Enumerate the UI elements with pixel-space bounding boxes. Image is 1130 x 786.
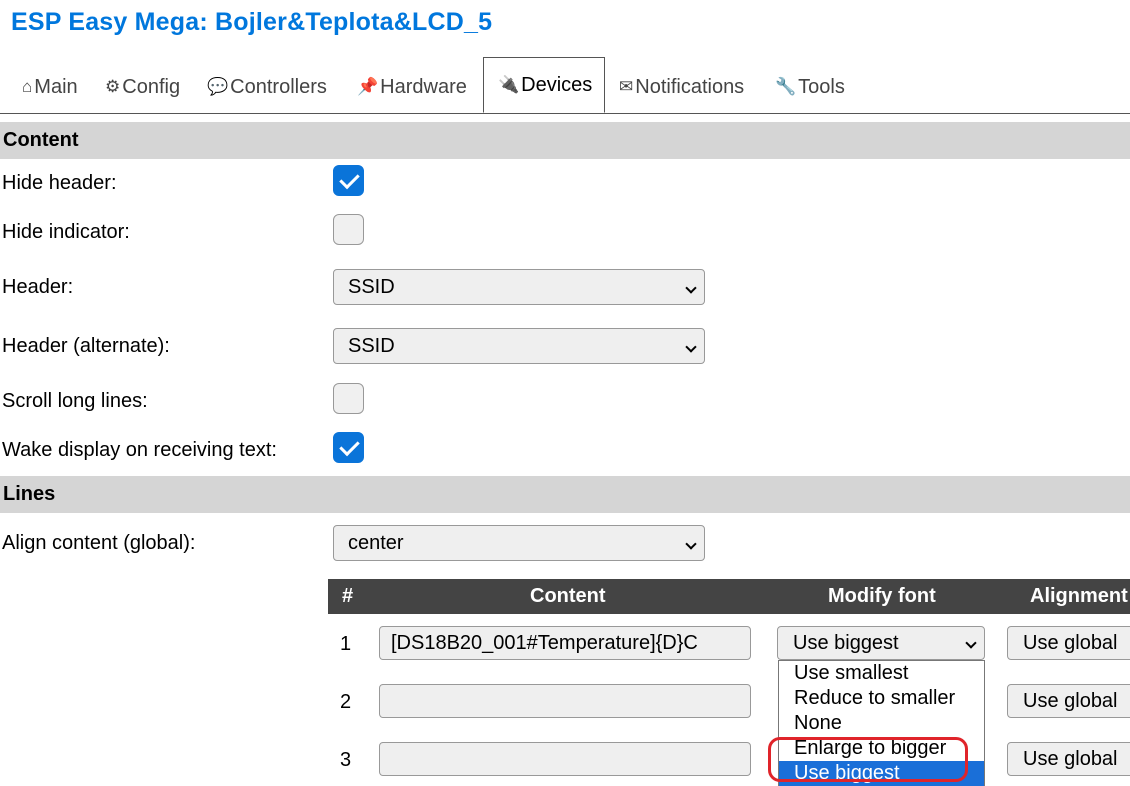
wrench-icon: 🔧 [775, 77, 797, 96]
pin-icon: 📌 [357, 77, 379, 96]
header-alternate-select-value: SSID [348, 335, 395, 357]
scroll-long-lines-checkbox[interactable] [333, 383, 364, 414]
chevron-down-icon [965, 637, 977, 649]
row-1-content-input[interactable]: [DS18B20_001#Temperature]{D}C [379, 626, 751, 660]
hide-indicator-checkbox[interactable] [333, 214, 364, 245]
scroll-long-lines-label: Scroll long lines: [2, 390, 148, 412]
tab-config[interactable]: ⚙ Config [105, 69, 180, 105]
page-title: ESP Easy Mega: Bojler&Teplota&LCD_5 [11, 8, 493, 36]
tab-notifications[interactable]: ✉ Notifications [619, 69, 744, 105]
chevron-down-icon [685, 538, 697, 550]
home-icon: ⌂ [22, 77, 33, 96]
mail-icon: ✉ [619, 77, 634, 96]
tab-config-label: Config [122, 75, 181, 98]
font-option-use-smallest[interactable]: Use smallest [779, 661, 984, 686]
header-alternate-select[interactable]: SSID [333, 328, 705, 364]
tab-notifications-label: Notifications [635, 75, 745, 98]
row-3-alignment-value: Use global [1023, 748, 1118, 770]
align-global-select-value: center [348, 532, 404, 554]
row-1-font-value: Use biggest [793, 632, 899, 654]
header-select[interactable]: SSID [333, 269, 705, 305]
row-1-alignment-select[interactable]: Use global [1007, 626, 1130, 660]
tab-bar: ⌂ Main ⚙ Config 💬 Controllers 📌 Hardware… [0, 57, 1130, 114]
red-highlight-annotation [768, 737, 968, 782]
row-2-number: 2 [340, 691, 352, 713]
lines-table-header: # Content Modify font Alignment [328, 579, 1130, 614]
tab-hardware[interactable]: 📌 Hardware [357, 69, 467, 105]
row-3-content-input[interactable] [379, 742, 751, 776]
chevron-down-icon [685, 341, 697, 353]
tab-controllers[interactable]: 💬 Controllers [207, 69, 327, 105]
chat-icon: 💬 [207, 77, 229, 96]
hide-indicator-label: Hide indicator: [2, 221, 130, 243]
col-alignment-header: Alignment [1030, 585, 1128, 607]
tab-devices-label: Devices [521, 73, 593, 96]
tab-main-label: Main [34, 75, 78, 98]
font-option-none[interactable]: None [779, 711, 984, 736]
tab-devices[interactable]: 🔌 Devices [483, 57, 605, 113]
col-content-header: Content [530, 585, 606, 607]
row-2-alignment-value: Use global [1023, 690, 1118, 712]
header-label: Header: [2, 276, 74, 298]
chevron-down-icon [685, 282, 697, 294]
section-content-heading: Content [0, 122, 1130, 159]
tab-hardware-label: Hardware [380, 75, 467, 98]
row-1-alignment-value: Use global [1023, 632, 1118, 654]
row-3-number: 3 [340, 749, 352, 771]
wake-display-label: Wake display on receiving text: [2, 439, 277, 461]
header-select-value: SSID [348, 276, 395, 298]
hide-header-label: Hide header: [2, 172, 117, 194]
row-1-number: 1 [340, 633, 352, 655]
col-modify-font-header: Modify font [828, 585, 936, 607]
row-2-alignment-select[interactable]: Use global [1007, 684, 1130, 718]
gear-icon: ⚙ [105, 77, 121, 96]
col-num-header: # [342, 585, 354, 607]
hide-header-checkbox[interactable] [333, 165, 364, 196]
tab-main[interactable]: ⌂ Main [22, 69, 78, 105]
tab-tools[interactable]: 🔧 Tools [775, 69, 845, 105]
align-global-select[interactable]: center [333, 525, 705, 561]
row-3-alignment-select[interactable]: Use global [1007, 742, 1130, 776]
tab-tools-label: Tools [798, 75, 845, 98]
row-1-font-select[interactable]: Use biggest [777, 626, 985, 660]
align-global-label: Align content (global): [2, 532, 196, 554]
row-2-content-input[interactable] [379, 684, 751, 718]
font-option-reduce-to-smaller[interactable]: Reduce to smaller [779, 686, 984, 711]
tab-controllers-label: Controllers [230, 75, 327, 98]
header-alternate-label: Header (alternate): [2, 335, 170, 357]
plug-icon: 🔌 [498, 75, 520, 94]
wake-display-checkbox[interactable] [333, 432, 364, 463]
section-lines-heading: Lines [0, 476, 1130, 513]
